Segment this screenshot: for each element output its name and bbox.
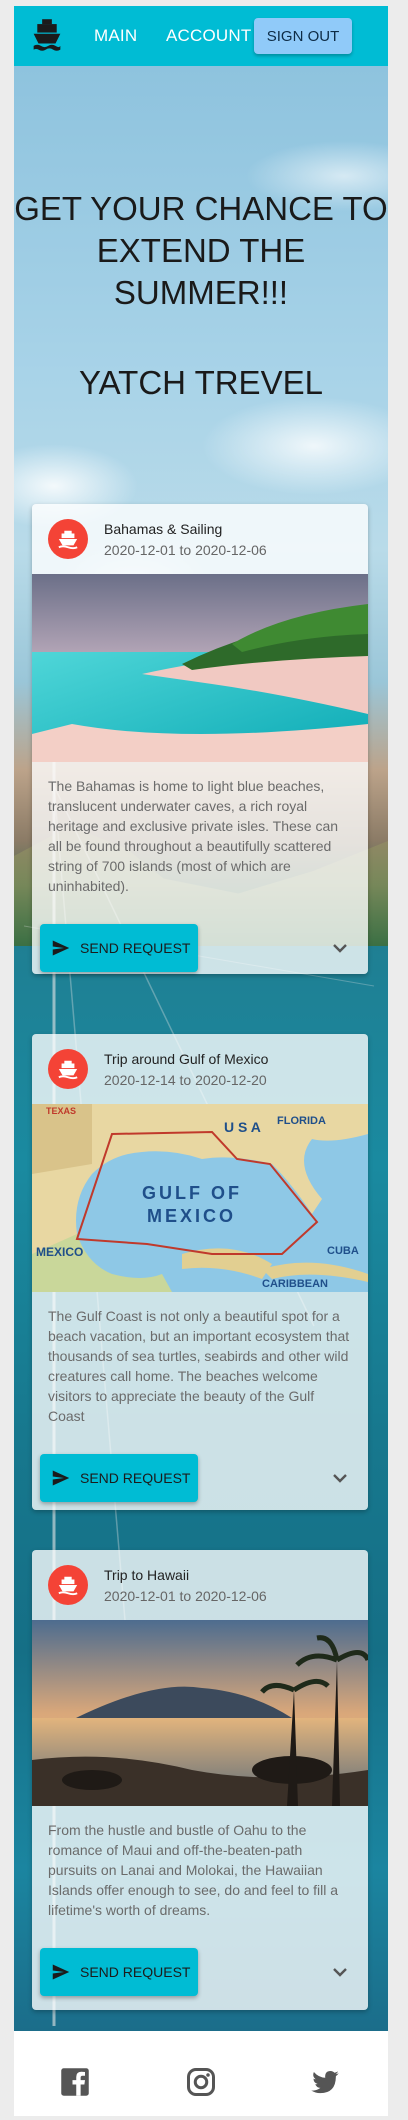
chevron-down-icon[interactable] bbox=[328, 936, 352, 960]
page: Main Account Sign Out GET YOUR CHANCE TO… bbox=[14, 6, 388, 2116]
card-description: From the hustle and bustle of Oahu to th… bbox=[48, 1822, 339, 1918]
map-label-florida: FLORIDA bbox=[277, 1115, 326, 1127]
map-label-usa: U S A bbox=[224, 1119, 261, 1135]
send-request-label: Send Request bbox=[80, 1964, 191, 1980]
nav-account-link[interactable]: Account bbox=[166, 26, 251, 46]
send-request-button[interactable]: Send Request bbox=[40, 1454, 198, 1502]
card-header: Trip to Hawaii 2020-12-01 to 2020-12-06 bbox=[32, 1550, 368, 1620]
facebook-icon[interactable] bbox=[60, 2067, 90, 2097]
send-request-button[interactable]: Send Request bbox=[40, 924, 198, 972]
chevron-down-icon[interactable] bbox=[328, 1466, 352, 1490]
gulf-of-mexico-map: GULF OF MEXICO U S A FLORIDA CUBA MEXICO… bbox=[32, 1104, 368, 1292]
ship-icon[interactable] bbox=[32, 18, 62, 52]
footer bbox=[14, 2046, 388, 2116]
hero-subtitle: YATCH TREVEL bbox=[79, 364, 323, 401]
ship-icon bbox=[48, 1565, 88, 1605]
chevron-down-icon[interactable] bbox=[328, 1960, 352, 1984]
send-request-label: Send Request bbox=[80, 1470, 191, 1486]
beach-island-image bbox=[32, 574, 368, 762]
map-label-texas: TEXAS bbox=[46, 1106, 76, 1116]
card-header: Trip around Gulf of Mexico 2020-12-14 to… bbox=[32, 1034, 368, 1104]
card-dates: 2020-12-01 to 2020-12-06 bbox=[104, 1588, 267, 1604]
ship-icon bbox=[48, 519, 88, 559]
trip-card-hawaii: Trip to Hawaii 2020-12-01 to 2020-12-06 bbox=[32, 1550, 368, 2010]
hero-title: GET YOUR CHANCE TO EXTEND THE SUMMER!!! bbox=[14, 190, 388, 311]
map-label-caribbean: CARIBBEAN bbox=[262, 1278, 328, 1290]
ship-icon bbox=[48, 1049, 88, 1089]
map-label-mexico: MEXICO bbox=[36, 1245, 83, 1259]
send-request-label: Send Request bbox=[80, 940, 191, 956]
card-header: Bahamas & Sailing 2020-12-01 to 2020-12-… bbox=[32, 504, 368, 574]
map-label-mexico-gulf: MEXICO bbox=[147, 1206, 236, 1226]
map-label-gulf: GULF OF bbox=[142, 1183, 242, 1203]
card-dates: 2020-12-01 to 2020-12-06 bbox=[104, 542, 267, 558]
trip-card-gulf: Trip around Gulf of Mexico 2020-12-14 to… bbox=[32, 1034, 368, 1510]
card-description: The Gulf Coast is not only a beautiful s… bbox=[48, 1308, 350, 1424]
send-icon bbox=[52, 1470, 70, 1486]
card-dates: 2020-12-14 to 2020-12-20 bbox=[104, 1072, 267, 1088]
send-icon bbox=[52, 1964, 70, 1980]
card-title: Trip around Gulf of Mexico bbox=[104, 1051, 269, 1067]
card-title: Bahamas & Sailing bbox=[104, 521, 223, 537]
nav-main-link[interactable]: Main bbox=[94, 26, 137, 46]
send-icon bbox=[52, 940, 70, 956]
map-label-cuba: CUBA bbox=[327, 1245, 359, 1257]
card-description: The Bahamas is home to light blue beache… bbox=[48, 778, 339, 894]
hawaii-sunset-image bbox=[32, 1620, 368, 1806]
sign-out-button[interactable]: Sign Out bbox=[254, 18, 352, 54]
trip-card-bahamas: Bahamas & Sailing 2020-12-01 to 2020-12-… bbox=[32, 504, 368, 974]
send-request-button[interactable]: Send Request bbox=[40, 1948, 198, 1996]
twitter-icon[interactable] bbox=[310, 2067, 340, 2097]
app-bar: Main Account Sign Out bbox=[14, 6, 388, 66]
card-title: Trip to Hawaii bbox=[104, 1567, 190, 1583]
instagram-icon[interactable] bbox=[186, 2067, 216, 2097]
